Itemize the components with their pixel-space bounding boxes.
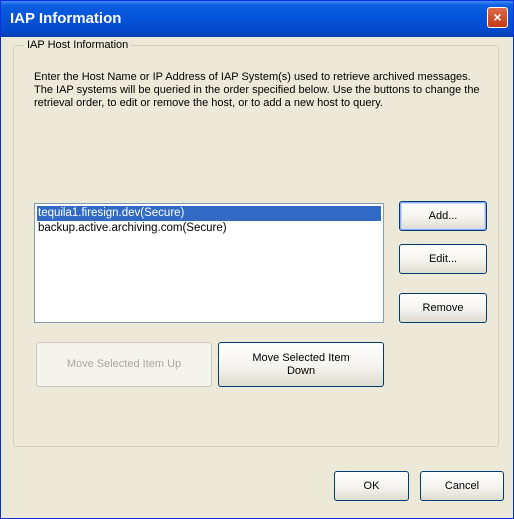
edit-button[interactable]: Edit... xyxy=(399,244,487,274)
window-title: IAP Information xyxy=(10,10,122,27)
list-item[interactable]: backup.active.archiving.com(Secure) xyxy=(37,221,381,236)
move-down-button[interactable]: Move Selected Item Down xyxy=(218,342,384,387)
cancel-button[interactable]: Cancel xyxy=(420,471,504,501)
host-listbox[interactable]: tequila1.firesign.dev(Secure) backup.act… xyxy=(34,203,384,323)
ok-button[interactable]: OK xyxy=(334,471,409,501)
groupbox-title: IAP Host Information xyxy=(24,39,132,51)
move-up-button[interactable]: Move Selected Item Up xyxy=(36,342,212,387)
add-button[interactable]: Add... xyxy=(399,201,487,231)
close-icon[interactable]: × xyxy=(487,7,508,28)
iap-information-dialog: IAP Information × IAP Host Information E… xyxy=(0,0,514,519)
instructions-text: Enter the Host Name or IP Address of IAP… xyxy=(34,71,480,109)
remove-button[interactable]: Remove xyxy=(399,293,487,323)
title-bar[interactable]: IAP Information xyxy=(1,1,513,37)
list-item[interactable]: tequila1.firesign.dev(Secure) xyxy=(37,206,381,221)
iap-host-groupbox: IAP Host Information Enter the Host Name… xyxy=(13,39,499,447)
